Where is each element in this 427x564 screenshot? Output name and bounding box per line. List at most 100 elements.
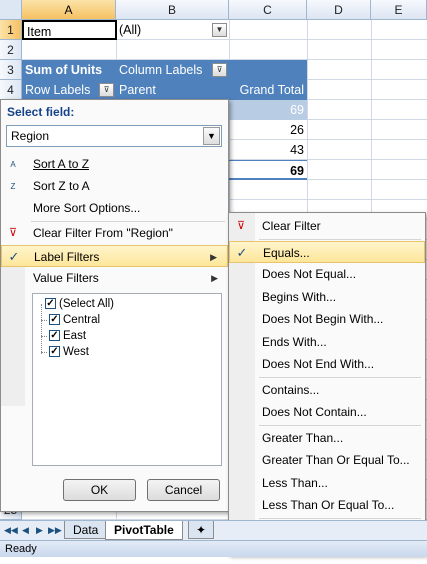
checkbox[interactable]: ✓ [49, 330, 60, 341]
last-sheet-icon[interactable]: ▶▶ [48, 525, 62, 536]
row-header-3[interactable]: 3 [0, 60, 22, 80]
cell-b4[interactable]: Parent [116, 80, 229, 100]
checklist-item[interactable]: ✓ (Select All) [45, 296, 114, 312]
page-filter-dropdown[interactable]: ▼ [212, 23, 227, 37]
submenu-item-label: Does Not End With... [262, 357, 375, 371]
checklist-item-label: Central [63, 314, 101, 326]
chevron-down-icon[interactable]: ▼ [203, 127, 220, 145]
submenu-item-label: Greater Than Or Equal To... [262, 453, 410, 467]
checkmark-icon: ✓ [8, 249, 20, 264]
column-labels-filter-icon[interactable]: ⊽ [212, 63, 227, 77]
submenu-item-label: Less Than... [262, 475, 328, 490]
tab-pivottable[interactable]: PivotTable [105, 521, 183, 540]
submenu-item[interactable]: Less Than Or Equal To... [229, 494, 425, 516]
submenu-item-label: Contains... [262, 382, 320, 397]
field-select-value: Region [11, 129, 50, 143]
cell-c8[interactable]: 69 [229, 160, 307, 180]
sort-a-to-z-label: Sort A to Z [33, 157, 90, 171]
checklist-item[interactable]: ✓ Central [41, 312, 101, 328]
cell-c5[interactable]: 69 [229, 100, 307, 120]
checkbox[interactable]: ✓ [49, 346, 60, 357]
submenu-item[interactable]: Contains... [229, 379, 425, 401]
submenu-item[interactable]: Does Not Equal... [229, 263, 425, 285]
next-sheet-icon[interactable]: ▶ [36, 525, 43, 536]
tree-connector [41, 352, 47, 353]
checklist-item[interactable]: ✓ West [41, 344, 89, 360]
submenu-item[interactable]: Does Not Contain... [229, 401, 425, 423]
menu-separator [259, 238, 421, 240]
checklist-item-label: West [63, 346, 89, 358]
cancel-button[interactable]: Cancel [147, 479, 220, 501]
tab-data[interactable]: Data [64, 521, 108, 539]
cell-c3[interactable] [229, 60, 307, 80]
menu-separator [259, 424, 421, 426]
more-sort-options[interactable]: More Sort Options... [1, 197, 228, 219]
row-header-1[interactable]: 1 [0, 20, 22, 40]
submenu-item-label: Does Not Equal... [262, 267, 357, 281]
submenu-item[interactable]: Does Not Begin With... [229, 308, 425, 330]
sheet-tab-bar: ◀◀ ◀ ▶ ▶▶ Data PivotTable ✦ [0, 520, 427, 541]
tree-connector [41, 320, 47, 321]
submenu-item[interactable]: Begins With... [229, 286, 425, 308]
submenu-item-label: Begins With... [262, 289, 337, 304]
checkbox[interactable]: ✓ [45, 298, 56, 309]
submenu-item-label: Greater Than... [262, 430, 344, 445]
column-header-c[interactable]: C [229, 0, 307, 20]
label-filters-submenu: ⊽ Clear Filter ✓ Equals... Does Not Equal...… [228, 212, 426, 560]
value-filters[interactable]: Value Filters ▶ [1, 267, 228, 289]
submenu-item[interactable]: Greater Than Or Equal To... [229, 449, 425, 471]
menu-separator [259, 517, 421, 519]
row-header-2[interactable]: 2 [0, 40, 22, 60]
field-select[interactable]: Region ▼ [6, 125, 222, 147]
column-header-d[interactable]: D [307, 0, 371, 20]
select-all-corner[interactable] [0, 0, 22, 20]
more-sort-options-label: More Sort Options... [33, 201, 141, 215]
value-filters-label: Value Filters [33, 271, 99, 285]
field-filter-panel: Select field: Region ▼ A Sort A to Z Z S… [0, 99, 229, 512]
sort-z-to-a-label: Sort Z to A [33, 179, 90, 193]
cell-b1[interactable]: (All) [116, 20, 212, 40]
submenu-item[interactable]: Ends With... [229, 331, 425, 353]
cell-a1[interactable]: Item [22, 20, 117, 40]
sort-a-to-z[interactable]: A Sort A to Z [1, 153, 228, 175]
submenu-item-label: Does Not Contain... [262, 405, 367, 419]
checklist-item-label: (Select All) [59, 298, 114, 310]
cell-c6[interactable]: 26 [229, 120, 307, 140]
tree-connector [41, 304, 42, 354]
menu-separator [259, 376, 421, 378]
clear-filter-icon: ⊽ [236, 220, 246, 232]
submenu-item-label: Does Not Begin With... [262, 312, 384, 326]
cell-c7[interactable]: 43 [229, 140, 307, 160]
row-labels-filter-icon[interactable]: ⊽ [99, 83, 114, 97]
checkbox[interactable]: ✓ [49, 314, 60, 325]
column-header-e[interactable]: E [371, 0, 427, 20]
label-filters[interactable]: ✓ Label Filters ▶ [1, 245, 228, 267]
submenu-item[interactable]: ⊽ Clear Filter [229, 215, 425, 237]
sort-z-to-a[interactable]: Z Sort Z to A [1, 175, 228, 197]
submenu-item[interactable]: ✓ Equals... [229, 240, 425, 263]
checklist-item[interactable]: ✓ East [41, 328, 87, 344]
value-checklist[interactable]: ✓ (Select All) ✓ Central ✓ East ✓ West [32, 293, 222, 466]
submenu-item-label: Clear Filter [262, 219, 321, 233]
previous-sheet-icon[interactable]: ◀ [22, 525, 29, 536]
checklist-item-label: East [63, 330, 87, 342]
submenu-item-label: Equals... [263, 245, 310, 260]
tree-connector [41, 336, 47, 337]
clear-filter-from-region[interactable]: ⊽ Clear Filter From "Region" [1, 222, 228, 244]
clear-filter-label: Clear Filter From "Region" [33, 226, 173, 240]
status-bar: Ready [0, 540, 427, 557]
row-header-4[interactable]: 4 [0, 80, 22, 100]
cell-a3[interactable]: Sum of Units [22, 60, 116, 80]
submenu-item[interactable]: Does Not End With... [229, 353, 425, 375]
clear-filter-icon: ⊽ [8, 227, 18, 239]
cell-c4[interactable]: Grand Total [229, 80, 307, 100]
submenu-item[interactable]: Greater Than... [229, 427, 425, 449]
submenu-item-label: Ends With... [262, 334, 327, 349]
submenu-item[interactable]: Less Than... [229, 472, 425, 494]
column-header-b[interactable]: B [116, 0, 229, 20]
submenu-item-label: Less Than Or Equal To... [262, 498, 395, 512]
column-header-a[interactable]: A [22, 0, 116, 20]
insert-sheet-icon[interactable]: ✦ [188, 521, 214, 539]
first-sheet-icon[interactable]: ◀◀ [4, 525, 18, 536]
ok-button[interactable]: OK [63, 479, 136, 501]
